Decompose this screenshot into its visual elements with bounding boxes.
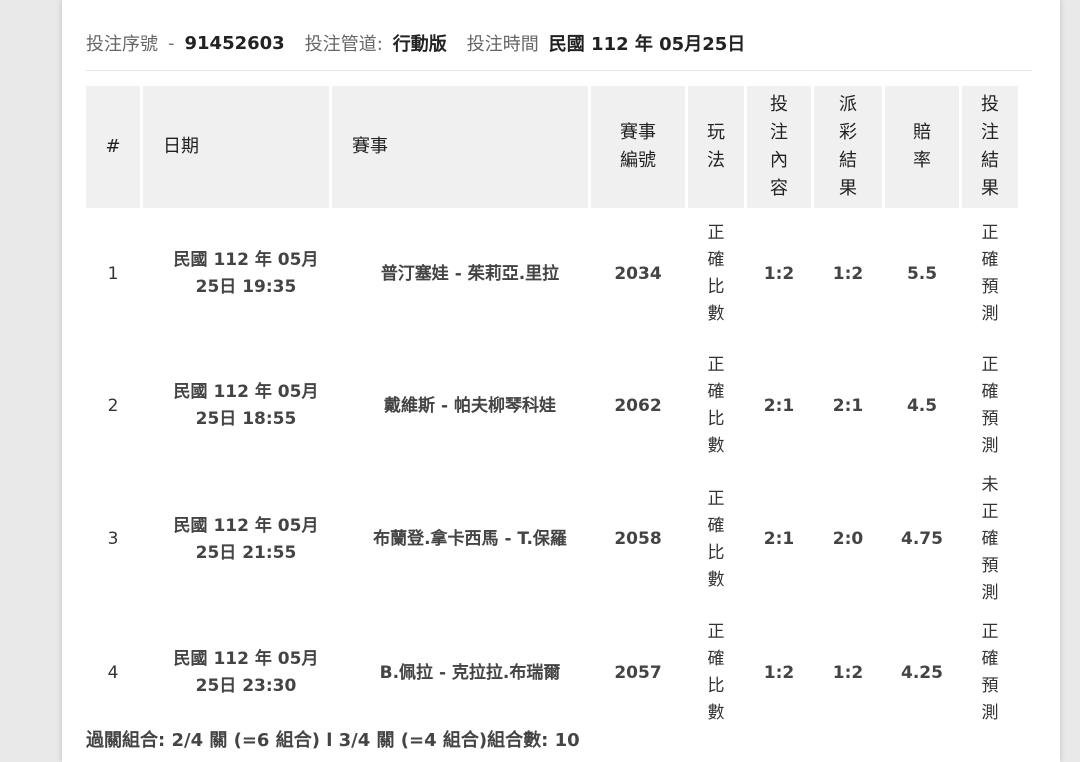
header-date: 日期 (143, 86, 329, 208)
channel-label: 投注管道: (304, 34, 383, 55)
header-bet-outcome: 投注結果 (962, 86, 1018, 208)
row-index: 2 (107, 395, 119, 416)
row-odds: 4.75 (901, 529, 943, 549)
bets-table: # 日期 賽事 賽事編號 玩法 投注內容 派彩結果 賠率 投注結果 1 民國 1… (83, 86, 1021, 739)
row-payout-result: 1:2 (832, 662, 864, 683)
table-row: 4 民國 112 年 05月 25日 23:30 B.佩拉 - 克拉拉.布瑞爾 … (86, 607, 1018, 739)
row-odds: 4.5 (906, 395, 938, 416)
header-match-code: 賽事編號 (591, 86, 685, 208)
row-match-code: 2062 (614, 395, 662, 416)
row-bet-outcome: 正確預測 (981, 355, 999, 456)
row-date: 民國 112 年 05月 25日 18:55 (173, 382, 319, 429)
row-bet-content: 2:1 (763, 395, 795, 416)
row-match: 布蘭登.拿卡西馬 - T.保羅 (373, 529, 567, 549)
parlay-summary: 過關組合: 2/4 關 (=6 組合) l 3/4 關 (=4 組合)組合數: … (86, 730, 580, 751)
row-odds: 5.5 (906, 263, 938, 284)
row-match: 戴維斯 - 帕夫柳琴科娃 (384, 395, 556, 416)
row-payout-result: 2:0 (832, 529, 864, 549)
table-row: 1 民國 112 年 05月 25日 19:35 普汀塞娃 - 茱莉亞.里拉 2… (86, 208, 1018, 340)
row-index: 3 (107, 529, 119, 549)
row-date: 民國 112 年 05月 25日 19:35 (173, 250, 319, 297)
serial-separator: - (168, 32, 175, 54)
bet-info-line: 投注序號 - 91452603 投注管道: 行動版 投注時間 民國 112 年 … (86, 28, 745, 58)
row-match: B.佩拉 - 克拉拉.布瑞爾 (379, 662, 561, 683)
table-header-row: # 日期 賽事 賽事編號 玩法 投注內容 派彩結果 賠率 投注結果 (86, 86, 1018, 208)
header-payout-result: 派彩結果 (814, 86, 882, 208)
header-match: 賽事 (332, 86, 588, 208)
row-play-type: 正確比數 (707, 355, 725, 456)
bet-detail-card: 投注序號 - 91452603 投注管道: 行動版 投注時間 民國 112 年 … (62, 0, 1060, 762)
row-date: 民國 112 年 05月 25日 21:55 (173, 515, 319, 563)
row-date: 民國 112 年 05月 25日 23:30 (173, 649, 319, 696)
header-index: # (86, 86, 140, 208)
row-bet-outcome: 正確預測 (981, 622, 999, 723)
row-payout-result: 1:2 (832, 263, 864, 284)
row-bet-outcome: 正確預測 (981, 223, 999, 324)
row-play-type: 正確比數 (707, 488, 725, 590)
header-play-type: 玩法 (688, 86, 744, 208)
serial-label: 投注序號 (86, 34, 158, 55)
header-bet-content: 投注內容 (747, 86, 811, 208)
row-bet-outcome: 未正確預測 (981, 475, 999, 603)
time-value: 民國 112 年 05月25日 (548, 34, 746, 55)
table-row: 2 民國 112 年 05月 25日 18:55 戴維斯 - 帕夫柳琴科娃 20… (86, 340, 1018, 472)
row-payout-result: 2:1 (832, 395, 864, 416)
row-odds: 4.25 (901, 662, 943, 683)
row-match: 普汀塞娃 - 茱莉亞.里拉 (380, 263, 560, 284)
time-label: 投注時間 (466, 34, 539, 55)
row-index: 1 (107, 263, 119, 284)
serial-value: 91452603 (184, 32, 285, 54)
row-play-type: 正確比數 (707, 622, 725, 723)
table-row: 3 民國 112 年 05月 25日 21:55 布蘭登.拿卡西馬 - T.保羅… (86, 472, 1018, 607)
divider (86, 70, 1032, 71)
row-match-code: 2034 (614, 263, 662, 284)
row-match-code: 2057 (614, 662, 662, 683)
row-bet-content: 2:1 (763, 529, 795, 549)
row-bet-content: 1:2 (763, 263, 795, 284)
header-odds: 賠率 (885, 86, 959, 208)
row-index: 4 (107, 662, 119, 683)
row-match-code: 2058 (614, 529, 662, 549)
row-play-type: 正確比數 (707, 223, 725, 324)
channel-value: 行動版 (392, 34, 447, 55)
row-bet-content: 1:2 (763, 662, 795, 683)
